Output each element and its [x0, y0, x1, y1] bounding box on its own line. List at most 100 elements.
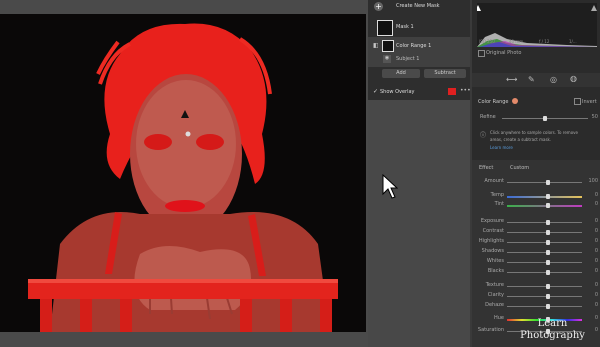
slider-value: 0 [594, 268, 598, 274]
subject-1-label: Subject 1 [396, 56, 420, 62]
slider-track[interactable] [507, 284, 582, 289]
effect-preset-dropdown[interactable]: Custom [510, 165, 529, 171]
slider-knob[interactable] [546, 220, 551, 225]
slider-track[interactable] [507, 294, 582, 299]
slider-amount[interactable]: Amount 100 [472, 178, 600, 186]
focal-length-value: 40 mm [509, 39, 524, 44]
slider-label: Contrast [482, 228, 504, 234]
plus-icon[interactable]: + [374, 2, 383, 11]
refine-label: Refine [480, 114, 496, 120]
healing-brush-icon[interactable]: ✎ [528, 75, 535, 84]
slider-label: Blacks [487, 268, 504, 274]
slider-track[interactable] [507, 240, 582, 245]
learn-more-link[interactable]: Learn more [490, 145, 513, 150]
slider-whites[interactable]: Whites 0 [472, 258, 600, 266]
slider-label: Exposure [480, 218, 504, 224]
slider-value: 0 [594, 218, 598, 224]
mask-1-row[interactable]: Mask 1 [368, 18, 470, 36]
color-range-group[interactable]: ◧ Color Range 1 ◉ Subject 1 [368, 37, 470, 67]
slider-label: Shadows [481, 248, 504, 254]
slider-track[interactable] [507, 260, 582, 265]
slider-value: 100 [588, 178, 598, 184]
refine-knob[interactable] [543, 116, 547, 121]
refine-track[interactable] [502, 116, 588, 121]
checkmark-icon[interactable]: ✓ [373, 88, 378, 95]
slider-shadows[interactable]: Shadows 0 [472, 248, 600, 256]
slider-label: Temp [490, 192, 504, 198]
refine-value: 50 [591, 114, 598, 120]
overlay-color-swatch[interactable] [448, 88, 456, 95]
slider-knob[interactable] [546, 250, 551, 255]
show-overlay-row[interactable]: ✓ Show Overlay ••• [368, 86, 471, 98]
slider-track[interactable] [507, 250, 582, 255]
slider-value: 0 [594, 228, 598, 234]
slider-track[interactable] [507, 180, 582, 185]
slider-track[interactable] [507, 220, 582, 225]
mask-1-label: Mask 1 [396, 24, 414, 30]
shutter-value: 1/... [569, 39, 577, 44]
slider-knob[interactable] [546, 180, 551, 185]
invert-checkbox[interactable] [574, 98, 581, 105]
slider-exposure[interactable]: Exposure 0 [472, 218, 600, 226]
iso-value: ISO 250 [479, 39, 495, 44]
slider-clarity[interactable]: Clarity 0 [472, 292, 600, 300]
add-button[interactable]: Add [382, 69, 420, 78]
woman-portrait-with-red-mask-overlay [0, 14, 366, 332]
slider-highlights[interactable]: Highlights 0 [472, 238, 600, 246]
slider-knob[interactable] [546, 284, 551, 289]
slider-value: 0 [594, 201, 598, 207]
refine-slider[interactable]: Refine 50 [472, 114, 600, 122]
invert-label: Invert [582, 99, 597, 105]
create-new-mask-row[interactable]: + Create New Mask [368, 0, 470, 14]
slider-value: 0 [594, 238, 598, 244]
slider-contrast[interactable]: Contrast 0 [472, 228, 600, 236]
slider-label: Amount [484, 178, 504, 184]
slider-value: 0 [594, 258, 598, 264]
info-icon: ⓘ [480, 132, 487, 139]
slider-blacks[interactable]: Blacks 0 [472, 268, 600, 276]
crop-icon[interactable]: ⟷ [506, 75, 517, 84]
eye-icon[interactable]: ◧ [373, 42, 379, 49]
masking-icon[interactable]: ◍ [570, 74, 577, 83]
color-sample-swatch[interactable] [512, 98, 518, 104]
watermark-line-2: Photography [520, 330, 585, 341]
hint-line-2: areas, create a subtract mask. [490, 137, 552, 142]
subtract-label: Subtract [434, 70, 456, 76]
red-eye-icon[interactable]: ◎ [550, 75, 557, 84]
slider-value: 0 [594, 282, 598, 288]
slider-value: 0 [594, 292, 598, 298]
slider-knob[interactable] [546, 230, 551, 235]
photo-preview[interactable] [0, 14, 366, 332]
watermark: Learn Photography [505, 318, 600, 342]
slider-label: Hue [493, 315, 504, 321]
histogram-graph [475, 5, 597, 47]
subtract-button[interactable]: Subtract [424, 69, 466, 78]
slider-track[interactable] [507, 304, 582, 309]
person-icon: ◉ [383, 55, 391, 63]
watermark-line-1: Learn [537, 318, 568, 329]
slider-dehaze[interactable]: Dehaze 0 [472, 302, 600, 310]
slider-tint[interactable]: Tint 0 [472, 201, 600, 209]
more-icon[interactable]: ••• [460, 87, 471, 94]
slider-knob[interactable] [546, 203, 551, 208]
photo-canvas-area[interactable] [0, 0, 370, 347]
create-new-mask-label: Create New Mask [396, 3, 440, 9]
slider-track[interactable] [507, 194, 582, 199]
slider-texture[interactable]: Texture 0 [472, 282, 600, 290]
slider-temp[interactable]: Temp 0 [472, 192, 600, 200]
aperture-value: f / 12 [539, 39, 550, 44]
slider-knob[interactable] [546, 270, 551, 275]
original-photo-checkbox[interactable] [478, 50, 485, 57]
slider-track[interactable] [507, 270, 582, 275]
slider-value: 0 [594, 302, 598, 308]
slider-knob[interactable] [546, 294, 551, 299]
slider-knob[interactable] [546, 240, 551, 245]
slider-track[interactable] [507, 230, 582, 235]
slider-label: Tint [494, 201, 504, 207]
slider-track[interactable] [507, 203, 582, 208]
color-range-label: Color Range [478, 99, 509, 105]
slider-knob[interactable] [546, 304, 551, 309]
slider-knob[interactable] [546, 194, 551, 199]
slider-knob[interactable] [546, 260, 551, 265]
slider-label: Whites [486, 258, 504, 264]
